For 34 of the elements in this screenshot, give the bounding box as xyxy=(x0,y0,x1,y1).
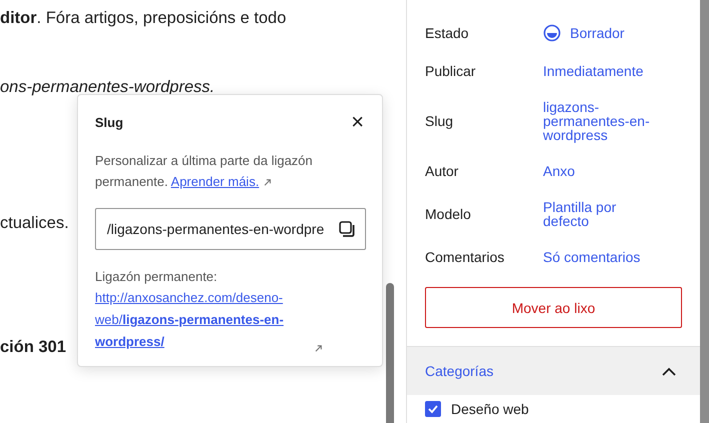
popover-title: Slug xyxy=(95,114,124,130)
permalink-link[interactable]: http://anxosanchez.com/deseno-web/ligazons-permanentes-en-wordpress/ xyxy=(95,287,310,353)
field-label: Autor xyxy=(425,163,460,179)
field-value-link[interactable]: ligazons-permanentes-en-wordpress xyxy=(543,100,661,142)
chevron-up-icon xyxy=(662,366,676,376)
checkmark-icon xyxy=(427,403,439,415)
categories-panel-header[interactable]: Categorías xyxy=(407,346,700,395)
paragraph: ons-permanentes-wordpress. xyxy=(0,78,215,97)
learn-more-link[interactable]: Aprender máis. xyxy=(170,174,260,189)
field-value-link[interactable]: Anxo xyxy=(543,164,682,178)
category-label: Deseño web xyxy=(451,401,529,417)
field-label: Comentarios xyxy=(425,249,506,265)
paragraph: ctualices. xyxy=(0,214,69,233)
scrollbar-thumb[interactable] xyxy=(386,283,394,423)
copy-icon[interactable] xyxy=(338,220,356,238)
field-value-link[interactable]: Plantilla por defecto xyxy=(543,200,643,228)
field-label: Publicar xyxy=(425,63,477,79)
status-button[interactable]: Borrador xyxy=(543,24,682,42)
trash-button[interactable]: Mover ao lixo xyxy=(425,287,682,328)
paragraph: ción 301 xyxy=(0,338,66,357)
close-button[interactable]: × xyxy=(349,113,366,131)
slug-field[interactable]: /ligazons-permanentes-en-wordpre xyxy=(95,208,366,250)
draft-status-icon xyxy=(543,24,561,42)
permalink-label: Ligazón permanente: xyxy=(95,268,218,286)
paragraph: ditor. Fóra artigos, preposicións e todo xyxy=(0,9,286,28)
field-value-link[interactable]: Inmediatamente xyxy=(543,64,682,78)
field-label: Slug xyxy=(425,113,454,129)
external-link-icon xyxy=(314,344,323,353)
external-link-icon xyxy=(263,178,272,188)
field-label: Modelo xyxy=(425,206,472,222)
checkbox[interactable] xyxy=(425,401,441,417)
field-label: Estado xyxy=(425,25,470,41)
field-value-link[interactable]: Só comentarios xyxy=(543,250,682,264)
description: Personalizar a última parte da ligazón permanente. Aprender máis. xyxy=(95,152,314,191)
